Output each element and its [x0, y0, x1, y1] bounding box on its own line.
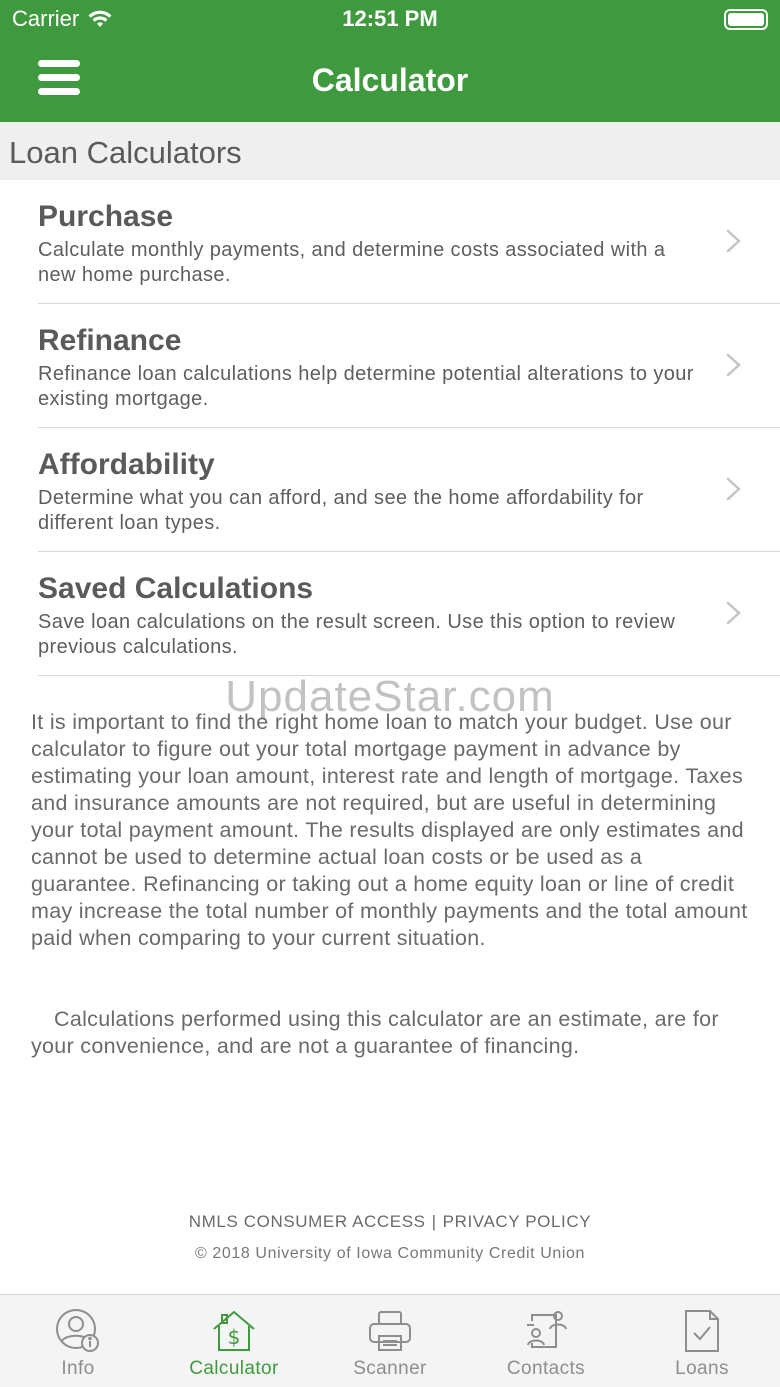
menu-item-title: Purchase	[38, 200, 174, 233]
privacy-policy-link[interactable]: PRIVACY POLICY	[443, 1212, 592, 1231]
calculator-menu-list: Purchase Calculate monthly payments, and…	[0, 180, 780, 676]
document-check-icon	[685, 1310, 719, 1352]
info-person-icon	[56, 1309, 99, 1352]
page-title: Calculator	[311, 62, 469, 98]
status-time: 12:51 PM	[342, 6, 438, 31]
menu-item-title: Saved Calculations	[38, 572, 314, 605]
chevron-right-icon	[726, 229, 741, 253]
tab-label: Loans	[675, 1358, 729, 1379]
nav-bar: Calculator	[0, 40, 780, 122]
menu-item-description: Save loan calculations on the result scr…	[38, 611, 676, 658]
copyright-text: © 2018 University of Iowa Community Cred…	[194, 1245, 586, 1262]
svg-text:$: $	[228, 1325, 241, 1349]
tab-label: Scanner	[353, 1358, 427, 1379]
status-bar: Carrier 12:51 PM	[0, 0, 780, 40]
info-paragraph: It is important to find the right home l…	[31, 710, 748, 950]
tab-bar: Info $ Calculator Scanner Contacts Loans	[0, 1294, 780, 1387]
menu-item-description: Refinance loan calculations help determi…	[38, 363, 694, 410]
chevron-right-icon	[726, 477, 741, 501]
house-dollar-icon: $	[213, 1310, 255, 1351]
menu-item-title: Refinance	[38, 324, 182, 357]
tab-contacts[interactable]: Contacts	[468, 1295, 624, 1387]
section-title: Loan Calculators	[9, 135, 242, 170]
printer-icon	[369, 1311, 411, 1351]
battery-icon	[724, 9, 768, 30]
menu-item-saved-calculations[interactable]: Saved Calculations Save loan calculation…	[0, 552, 780, 676]
tab-loans[interactable]: Loans	[624, 1295, 780, 1387]
menu-item-description: Determine what you can afford, and see t…	[38, 487, 644, 534]
tab-calculator[interactable]: $ Calculator	[156, 1295, 312, 1387]
nmls-consumer-access-link[interactable]: NMLS CONSUMER ACCESS	[189, 1212, 426, 1231]
menu-item-affordability[interactable]: Affordability Determine what you can aff…	[0, 428, 780, 552]
chevron-right-icon	[726, 601, 741, 625]
menu-item-description: Calculate monthly payments, and determin…	[38, 239, 666, 286]
footer-separator: |	[431, 1212, 437, 1231]
tab-scanner[interactable]: Scanner	[312, 1295, 468, 1387]
disclaimer-paragraph: Calculations performed using this calcul…	[31, 1007, 719, 1058]
contacts-icon	[527, 1311, 567, 1348]
tab-info[interactable]: Info	[0, 1295, 156, 1387]
menu-item-purchase[interactable]: Purchase Calculate monthly payments, and…	[0, 180, 780, 304]
menu-item-title: Affordability	[38, 448, 215, 481]
tab-label: Info	[61, 1358, 95, 1379]
footer-links: NMLS CONSUMER ACCESS | PRIVACY POLICY	[0, 1212, 780, 1232]
tab-label: Contacts	[506, 1358, 586, 1379]
chevron-right-icon	[726, 353, 741, 377]
menu-item-refinance[interactable]: Refinance Refinance loan calculations he…	[0, 304, 780, 428]
section-header: Loan Calculators	[0, 122, 780, 180]
tab-label: Calculator	[189, 1358, 279, 1379]
